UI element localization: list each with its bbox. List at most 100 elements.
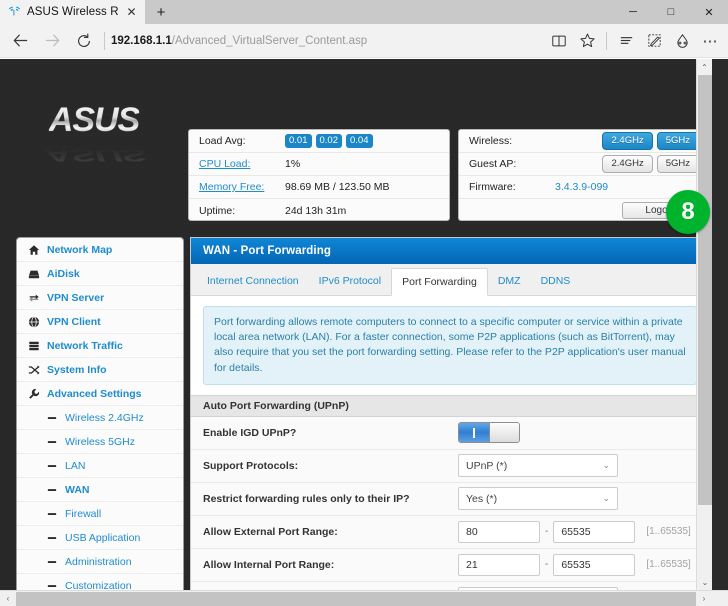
tab-port-forwarding[interactable]: Port Forwarding xyxy=(391,268,488,296)
more-icon[interactable]: ⋯ xyxy=(696,26,724,56)
web-note-icon[interactable] xyxy=(640,26,668,56)
wireless-band-group: 2.4GHz 5GHz xyxy=(598,131,699,151)
status-row-uptime: Uptime: 24d 13h 31m xyxy=(189,199,449,222)
browser-tab[interactable]: ASUS Wireless Router - ✕ xyxy=(0,0,145,24)
sidebar-item-label: LAN xyxy=(65,459,86,472)
dash-icon xyxy=(45,557,58,567)
new-tab-button[interactable]: + xyxy=(145,0,177,24)
guest-ap-label: Guest AP: xyxy=(469,158,517,170)
uptime-value: 24d 13h 31m xyxy=(285,204,347,217)
share-icon[interactable] xyxy=(668,26,696,56)
sidebar-item-usb-application[interactable]: USB Application xyxy=(17,526,183,550)
disk-icon xyxy=(27,268,40,280)
sidebar-item-wan[interactable]: WAN xyxy=(17,478,183,502)
tab-internet-connection[interactable]: Internet Connection xyxy=(197,267,309,295)
wireless-band-5-button[interactable]: 5GHz xyxy=(656,131,699,151)
scroll-left-icon[interactable]: ‹ xyxy=(0,591,16,606)
minimize-icon[interactable]: ─ xyxy=(614,0,652,24)
sidebar-item-firewall[interactable]: Firewall xyxy=(17,502,183,526)
scrollbar-thumb[interactable] xyxy=(698,75,712,505)
browser-window: ASUS Wireless Router - ✕ + ─ □ ✕ 192.168… xyxy=(0,0,728,606)
address-bar[interactable]: 192.168.1.1/Advanced_VirtualServer_Conte… xyxy=(111,26,545,56)
status-row-wireless: Wireless: 2.4GHz 5GHz xyxy=(459,130,709,153)
wireless-band-24-button[interactable]: 2.4GHz xyxy=(602,131,653,151)
status-row-cpu-load: CPU Load: 1% xyxy=(189,153,449,176)
page-horizontal-scrollbar[interactable]: ‹ › xyxy=(0,590,728,606)
enable-igd-upnp-toggle[interactable] xyxy=(458,422,520,444)
sidebar-item-wireless-24ghz[interactable]: Wireless 2.4GHz xyxy=(17,406,183,430)
sidebar-item-advanced-settings[interactable]: Advanced Settings xyxy=(17,382,183,406)
tab-dmz[interactable]: DMZ xyxy=(488,267,531,295)
back-icon[interactable] xyxy=(4,26,36,56)
step-badge-8: 8 xyxy=(666,190,710,234)
wrench-icon xyxy=(27,388,40,400)
favorites-star-icon[interactable] xyxy=(573,26,601,56)
range-separator: - xyxy=(545,526,549,538)
sidebar-item-vpn-client[interactable]: VPN Client xyxy=(17,310,183,334)
support-protocols-select[interactable]: UPnP (*) ⌄ xyxy=(458,454,618,478)
firmware-version[interactable]: 3.4.3.9-099 xyxy=(555,181,608,193)
sidebar-item-label: Firewall xyxy=(65,507,102,520)
field-control: 80 - 65535 [1..65535] xyxy=(458,520,691,543)
field-control: Yes (*) ⌄ xyxy=(458,487,618,511)
internal-port-to-input[interactable]: 65535 xyxy=(553,553,636,576)
field-row-enable-igd-upnp: Enable IGD UPnP? xyxy=(191,416,709,450)
sidebar-item-label: Wireless 5GHz xyxy=(65,435,136,448)
status-row-guest-ap: Guest AP: 2.4GHz 5GHz xyxy=(459,153,709,176)
tab-ddns[interactable]: DDNS xyxy=(531,267,581,295)
guest-band-5-button[interactable]: 5GHz xyxy=(656,154,699,174)
maximize-icon[interactable]: □ xyxy=(652,0,690,24)
sidebar-item-wireless-5ghz[interactable]: Wireless 5GHz xyxy=(17,430,183,454)
scrollbar-corner xyxy=(712,590,728,606)
sidebar-item-lan[interactable]: LAN xyxy=(17,454,183,478)
reading-view-icon[interactable] xyxy=(545,26,573,56)
sidebar-item-aidisk[interactable]: AiDisk xyxy=(17,262,183,286)
hscrollbar-thumb[interactable] xyxy=(16,591,696,606)
load-avg-values: 0.01 0.02 0.04 xyxy=(285,134,377,148)
page-title: WAN - Port Forwarding xyxy=(191,238,709,264)
sidebar-item-vpn-server[interactable]: VPN Server xyxy=(17,286,183,310)
restrict-forwarding-select[interactable]: Yes (*) ⌄ xyxy=(458,487,618,511)
external-port-to-input[interactable]: 65535 xyxy=(553,520,636,543)
scroll-up-icon[interactable]: ⌃ xyxy=(697,59,712,75)
page-vertical-scrollbar[interactable]: ⌃ ⌄ xyxy=(696,59,712,590)
browser-toolbar: 192.168.1.1/Advanced_VirtualServer_Conte… xyxy=(0,24,728,58)
refresh-icon[interactable] xyxy=(68,26,100,56)
status-panel-system: Load Avg: 0.01 0.02 0.04 CPU Load: 1% Memo… xyxy=(188,129,450,221)
load-pill: 0.01 xyxy=(285,134,312,148)
tab-strip: ASUS Wireless Router - ✕ + ─ □ ✕ xyxy=(0,0,728,24)
field-control: UPnP (*) ⌄ xyxy=(458,454,618,478)
guest-band-24-button[interactable]: 2.4GHz xyxy=(602,154,653,174)
url-path: /Advanced_VirtualServer_Content.asp xyxy=(171,34,368,47)
sidebar-item-label: Network Traffic xyxy=(47,339,123,352)
sidebar-item-system-info[interactable]: System Info xyxy=(17,358,183,382)
status-row-memory-free: Memory Free: 98.69 MB / 123.50 MB xyxy=(189,176,449,199)
close-icon[interactable]: ✕ xyxy=(124,5,139,20)
field-row-support-protocols: Support Protocols: UPnP (*) ⌄ xyxy=(191,449,709,483)
sidebar-item-network-traffic[interactable]: Network Traffic xyxy=(17,334,183,358)
section-header-upnp: Auto Port Forwarding (UPnP) xyxy=(191,394,709,417)
window-controls: ─ □ ✕ xyxy=(614,0,728,24)
sidebar-item-administration[interactable]: Administration xyxy=(17,550,183,574)
sidebar-item-network-map[interactable]: Network Map xyxy=(17,238,183,262)
internal-port-from-input[interactable]: 21 xyxy=(458,553,540,576)
memory-free-label[interactable]: Memory Free: xyxy=(199,181,285,193)
hub-icon[interactable] xyxy=(612,26,640,56)
scroll-right-icon[interactable]: › xyxy=(696,591,712,606)
range-hint: [1..65535] xyxy=(646,559,691,571)
memory-free-value: 98.69 MB / 123.50 MB xyxy=(285,181,390,193)
tab-title: ASUS Wireless Router - xyxy=(27,6,118,18)
field-row-restrict-forwarding: Restrict forwarding rules only to their … xyxy=(191,482,709,516)
sidebar-item-label: Administration xyxy=(65,555,132,568)
scroll-down-icon[interactable]: ⌄ xyxy=(697,574,713,590)
field-label: Allow Internal Port Range: xyxy=(203,558,335,571)
tab-ipv6-protocol[interactable]: IPv6 Protocol xyxy=(309,267,391,295)
range-hint: [1..65535] xyxy=(646,526,691,538)
window-close-icon[interactable]: ✕ xyxy=(690,0,728,24)
asus-logo: ASUS ASUS xyxy=(8,73,180,177)
forward-icon[interactable] xyxy=(36,26,68,56)
toolbar-icon-group: ⋯ xyxy=(545,26,724,56)
cpu-load-label[interactable]: CPU Load: xyxy=(199,158,285,170)
load-pill: 0.02 xyxy=(315,134,342,148)
external-port-from-input[interactable]: 80 xyxy=(458,520,540,543)
